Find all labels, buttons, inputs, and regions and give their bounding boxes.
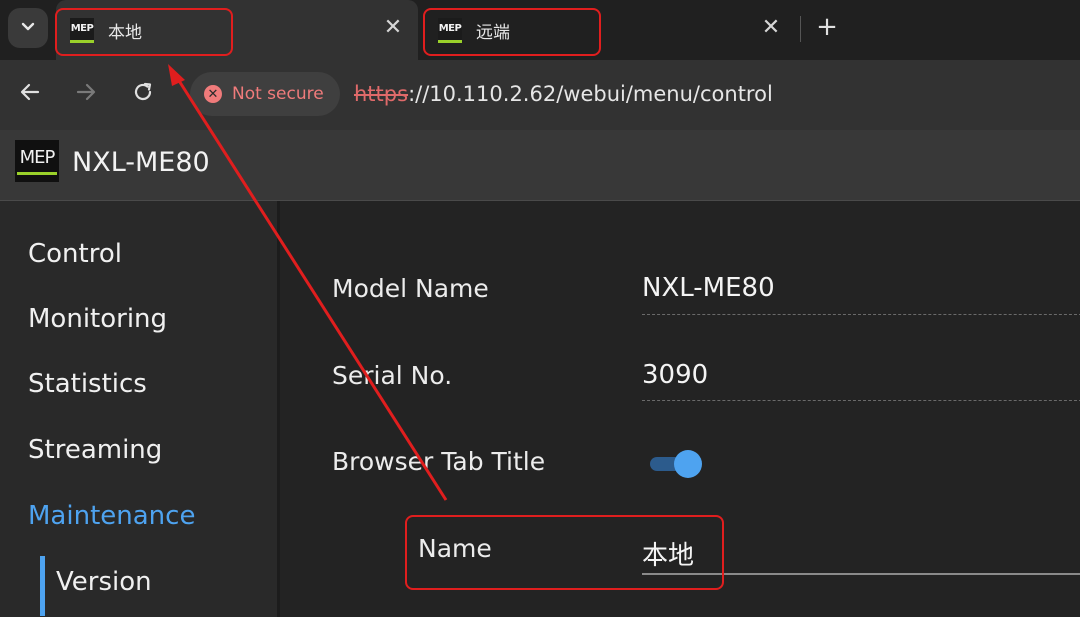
annotation-arrow: [168, 64, 448, 501]
